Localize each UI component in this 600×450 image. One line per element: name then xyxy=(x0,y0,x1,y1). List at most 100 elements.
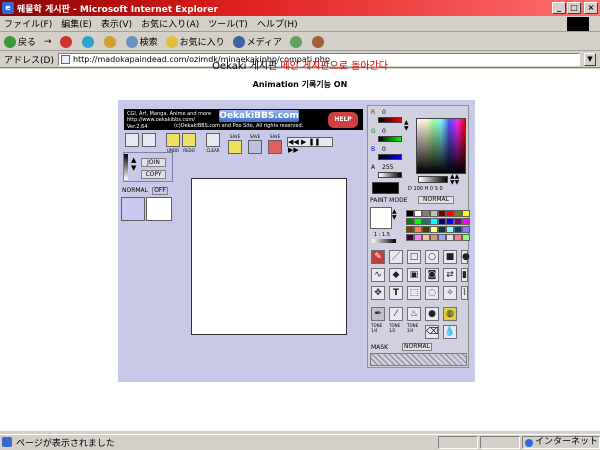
tone-quarter-label[interactable]: TONE 1/4 xyxy=(371,323,385,333)
layer-thumbnail-2[interactable] xyxy=(146,197,172,221)
save-animation-button[interactable] xyxy=(268,140,282,154)
palette-swatch[interactable] xyxy=(414,234,422,241)
tone-half-label[interactable]: TONE 1/2 xyxy=(389,323,403,333)
tone-threequarter-label[interactable]: TONE 3/4 xyxy=(407,323,421,333)
palette-swatch[interactable] xyxy=(430,210,438,217)
brush-icon[interactable]: ⁄ xyxy=(389,307,403,321)
airbrush-icon[interactable]: ♨ xyxy=(407,307,421,321)
drawing-canvas[interactable] xyxy=(191,178,347,335)
b-slider[interactable] xyxy=(378,154,402,160)
palette-swatch[interactable] xyxy=(462,210,470,217)
fill-bucket-icon[interactable]: ◆ xyxy=(389,268,403,282)
gradient-icon[interactable]: ▮ xyxy=(461,268,468,282)
brush-scale-slider[interactable] xyxy=(372,239,396,243)
rectangle-icon[interactable]: □ xyxy=(407,250,421,264)
select-icon[interactable]: ⬚ xyxy=(407,286,421,300)
mask-mode-select[interactable]: NORMAL xyxy=(402,343,432,351)
flip-icon[interactable]: ⇄ xyxy=(443,268,457,282)
palette-swatch[interactable] xyxy=(422,226,430,233)
history-button[interactable] xyxy=(289,35,304,48)
maximize-button[interactable]: □ xyxy=(567,2,581,14)
blur-icon[interactable]: ● xyxy=(425,307,439,321)
magic-wand-icon[interactable]: ✧ xyxy=(443,286,457,300)
menu-view[interactable]: 表示(V) xyxy=(101,17,132,30)
palette-swatch[interactable] xyxy=(454,226,462,233)
eraser-icon[interactable]: ⌫ xyxy=(425,325,439,339)
palette-swatch[interactable] xyxy=(438,226,446,233)
stamp-icon[interactable]: ◙ xyxy=(425,268,439,282)
palette-swatch[interactable] xyxy=(406,218,414,225)
favorites-button[interactable]: お気に入り xyxy=(165,35,225,48)
palette-swatch[interactable] xyxy=(430,218,438,225)
ellipse-icon[interactable]: ○ xyxy=(425,250,439,264)
home-button[interactable] xyxy=(103,35,118,48)
palette-swatch[interactable] xyxy=(406,234,414,241)
paint-mode-select[interactable]: NORMAL xyxy=(418,196,454,204)
eyedropper-icon[interactable]: ⌇ xyxy=(461,286,468,300)
back-to-main-link[interactable]: 메인 게시판으로 돌아간다 xyxy=(280,61,388,72)
save-png-button[interactable] xyxy=(248,140,262,154)
menu-tools[interactable]: ツール(T) xyxy=(208,17,248,30)
media-button[interactable]: メディア xyxy=(232,35,282,48)
palette-swatch[interactable] xyxy=(446,234,454,241)
palette-swatch[interactable] xyxy=(414,218,422,225)
filled-rectangle-icon[interactable]: ■ xyxy=(443,250,457,264)
help-button[interactable]: HELP xyxy=(328,112,358,128)
palette-swatch[interactable] xyxy=(422,218,430,225)
layer-opacity-slider[interactable] xyxy=(124,154,128,180)
layer-thumbnail-1[interactable] xyxy=(121,197,145,221)
redo-button[interactable] xyxy=(182,133,196,147)
palette-swatch[interactable] xyxy=(438,218,446,225)
g-slider[interactable] xyxy=(378,136,402,142)
animation-player[interactable]: ◀◀ ▶ ❚❚ ▶▶ xyxy=(287,137,333,154)
copy-tool-icon[interactable]: ▣ xyxy=(407,268,421,282)
undo-button[interactable] xyxy=(166,133,180,147)
menu-edit[interactable]: 編集(E) xyxy=(61,17,92,30)
palette-swatch[interactable] xyxy=(422,234,430,241)
palette-swatch[interactable] xyxy=(454,218,462,225)
palette-swatch[interactable] xyxy=(406,210,414,217)
clear-button[interactable] xyxy=(206,133,220,147)
pencil-icon[interactable]: ✎ xyxy=(371,250,385,264)
refresh-button[interactable] xyxy=(81,35,96,48)
zoom-in-icon[interactable] xyxy=(125,133,139,147)
search-button[interactable]: 検索 xyxy=(125,35,158,48)
text-icon[interactable]: T xyxy=(389,286,403,300)
palette-swatch[interactable] xyxy=(414,226,422,233)
palette-swatch[interactable] xyxy=(446,226,454,233)
join-button[interactable]: JOIN xyxy=(141,158,166,167)
move-icon[interactable]: ✥ xyxy=(371,286,385,300)
layer-mode[interactable]: NORMAL xyxy=(122,187,152,195)
palette-swatch[interactable] xyxy=(414,210,422,217)
lasso-icon[interactable]: ◌ xyxy=(425,286,439,300)
palette-swatch[interactable] xyxy=(462,234,470,241)
close-button[interactable]: × xyxy=(584,2,598,14)
water-drop-icon[interactable]: 💧 xyxy=(443,325,457,339)
palette-swatch[interactable] xyxy=(430,226,438,233)
menu-favorites[interactable]: お気に入り(A) xyxy=(141,17,199,30)
mask-pattern-bar[interactable] xyxy=(370,353,467,366)
palette-swatch[interactable] xyxy=(446,210,454,217)
filled-ellipse-icon[interactable]: ● xyxy=(461,250,470,264)
smudge-icon[interactable]: ◍ xyxy=(443,307,457,321)
pen-icon[interactable]: ✒ xyxy=(371,307,385,321)
line-icon[interactable]: ／ xyxy=(389,250,403,264)
palette-swatch[interactable] xyxy=(462,218,470,225)
palette-swatch[interactable] xyxy=(438,210,446,217)
palette-swatch[interactable] xyxy=(454,210,462,217)
palette-swatch[interactable] xyxy=(406,226,414,233)
copy-button[interactable]: COPY xyxy=(141,170,166,179)
layer-visibility-toggle[interactable]: OFF xyxy=(152,187,168,195)
value-arrow-icon[interactable]: ▲▲ ▼▼ xyxy=(450,174,459,186)
save-jpg-button[interactable] xyxy=(228,140,242,154)
a-slider[interactable] xyxy=(378,172,402,178)
stop-button[interactable] xyxy=(59,35,74,48)
palette-swatch[interactable] xyxy=(446,218,454,225)
curve-icon[interactable]: ∿ xyxy=(371,268,385,282)
back-button[interactable]: 戻る xyxy=(4,35,36,48)
palette-swatch[interactable] xyxy=(438,234,446,241)
value-slider[interactable] xyxy=(418,176,448,183)
hue-arrow-icon[interactable]: ▲ ▼ xyxy=(404,120,409,132)
palette-swatch[interactable] xyxy=(422,210,430,217)
forward-button[interactable]: → xyxy=(44,37,52,47)
